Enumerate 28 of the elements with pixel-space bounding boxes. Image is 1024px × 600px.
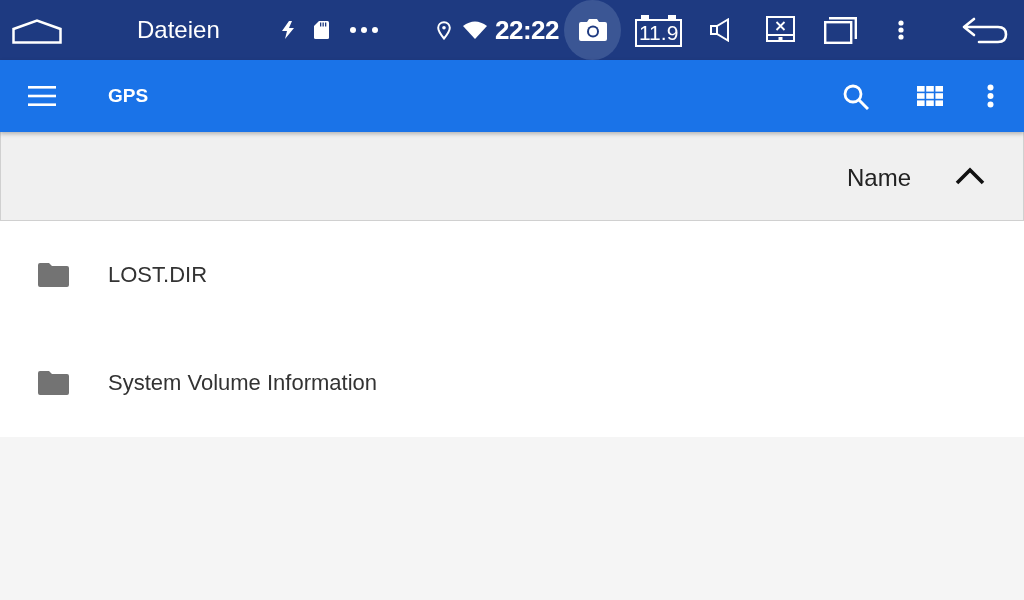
folder-title: GPS xyxy=(108,85,149,107)
lightning-icon xyxy=(280,21,296,39)
caret-up-icon[interactable] xyxy=(955,167,985,185)
app-title: Dateien xyxy=(137,16,221,44)
file-name: LOST.DIR xyxy=(108,262,208,288)
file-row[interactable]: System Volume Information xyxy=(0,329,1024,437)
folder-icon xyxy=(38,263,69,287)
more-vertical-icon[interactable] xyxy=(987,84,994,108)
more-vertical-icon[interactable] xyxy=(898,20,905,40)
grid-view-icon[interactable] xyxy=(917,86,943,106)
back-arrow-icon[interactable] xyxy=(962,16,1009,44)
recent-apps-icon[interactable] xyxy=(824,16,858,44)
sort-by-name-button[interactable]: Name xyxy=(846,164,911,192)
clock-time: 22:22 xyxy=(495,14,560,46)
more-dots-icon xyxy=(350,27,378,33)
file-row[interactable]: LOST.DIR xyxy=(0,221,1024,329)
sd-card-icon xyxy=(314,21,329,39)
file-name: System Volume Information xyxy=(108,370,377,396)
home-icon[interactable] xyxy=(12,18,62,44)
camera-icon xyxy=(578,19,607,41)
menu-icon[interactable] xyxy=(28,86,56,106)
search-icon[interactable] xyxy=(843,84,869,110)
location-pin-icon xyxy=(437,20,451,40)
wifi-icon xyxy=(463,21,487,39)
camera-button[interactable] xyxy=(564,0,621,60)
speaker-icon[interactable] xyxy=(710,18,732,42)
screen-off-icon[interactable] xyxy=(766,16,796,44)
folder-icon xyxy=(38,371,69,395)
